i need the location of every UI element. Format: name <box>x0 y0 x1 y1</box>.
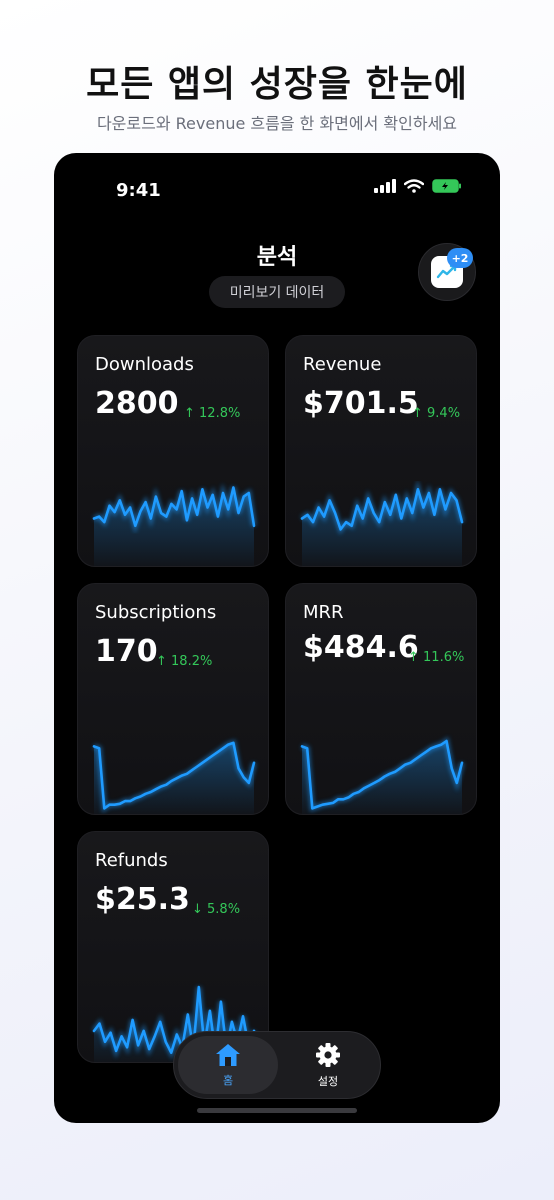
wifi-icon <box>404 179 424 193</box>
home-indicator <box>197 1108 357 1113</box>
card-delta: ↑ 9.4% <box>412 406 461 421</box>
preview-data-badge: 미리보기 데이터 <box>209 276 345 308</box>
tab-settings[interactable]: 설정 <box>278 1036 378 1094</box>
card-title: Downloads <box>95 354 194 375</box>
mrr-sparkline <box>300 736 465 814</box>
refunds-card[interactable]: Refunds $25.3 ↓ 5.8% <box>77 831 269 1063</box>
card-title: Revenue <box>303 354 382 375</box>
card-value: $701.5 <box>303 386 419 421</box>
battery-charging-icon <box>432 179 461 193</box>
count-badge: +2 <box>447 248 473 268</box>
card-value: $25.3 <box>95 882 190 917</box>
subscriptions-card[interactable]: Subscriptions 170 ↑ 18.2% <box>77 583 269 815</box>
app-switcher-button[interactable]: +2 <box>418 243 476 301</box>
revenue-card[interactable]: Revenue $701.5 ↑ 9.4% <box>285 335 477 567</box>
tab-home[interactable]: 홈 <box>178 1036 278 1094</box>
card-title: Refunds <box>95 850 168 871</box>
card-delta: ↑ 18.2% <box>156 654 213 669</box>
revenue-sparkline <box>300 479 465 566</box>
tab-bar: 홈 설정 <box>173 1031 381 1099</box>
card-value: 170 <box>95 634 158 669</box>
phone-screen: 9:41 분석 미리보기 데이터 +2 Downloads 2800 ↑ 12.… <box>54 153 500 1123</box>
tab-home-label: 홈 <box>222 1074 234 1087</box>
home-icon <box>216 1044 240 1066</box>
card-delta: ↑ 12.8% <box>184 406 241 421</box>
card-delta: ↓ 5.8% <box>192 902 241 917</box>
downloads-sparkline <box>92 483 257 566</box>
mrr-card[interactable]: MRR $484.6 ↑ 11.6% <box>285 583 477 815</box>
subheadline: 다운로드와 Revenue 흐름을 한 화면에서 확인하세요 <box>96 114 458 133</box>
status-time: 9:41 <box>116 180 161 201</box>
card-value: $484.6 <box>303 630 419 665</box>
card-title: MRR <box>303 602 344 623</box>
subscriptions-sparkline <box>92 739 257 814</box>
card-value: 2800 <box>95 386 179 421</box>
card-delta: ↑ 11.6% <box>408 650 465 665</box>
gear-icon <box>316 1043 340 1067</box>
card-title: Subscriptions <box>95 602 217 623</box>
status-icons <box>374 179 462 193</box>
downloads-card[interactable]: Downloads 2800 ↑ 12.8% <box>77 335 269 567</box>
signal-icon <box>374 179 396 193</box>
headline: 모든 앱의 성장을 한눈에 <box>86 64 468 105</box>
tab-settings-label: 설정 <box>317 1075 339 1088</box>
